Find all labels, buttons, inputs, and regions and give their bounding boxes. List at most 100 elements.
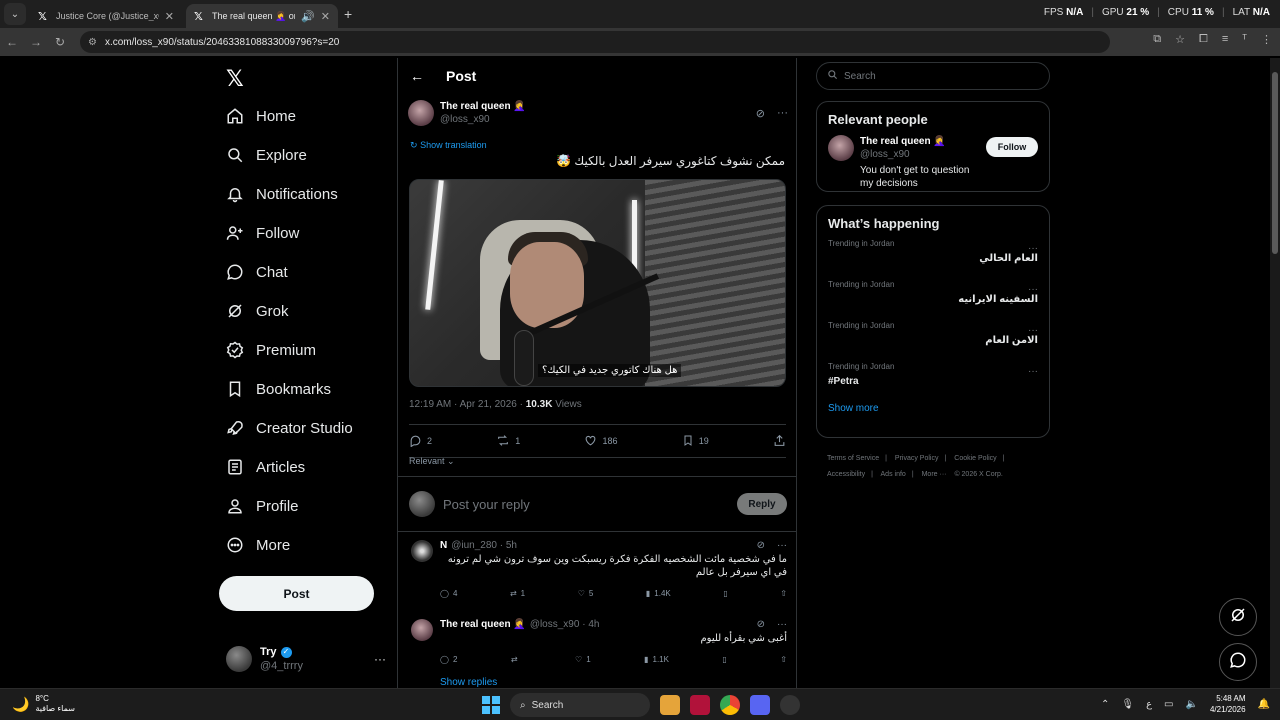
reading-list-icon[interactable]: ≡ xyxy=(1222,33,1228,46)
relevant-person[interactable]: The real queen 🤦‍♀️ @loss_x90 You don't … xyxy=(817,135,1049,190)
bookmark-star-icon[interactable]: ☆ xyxy=(1175,33,1185,46)
discord-icon[interactable] xyxy=(750,695,770,715)
back-icon[interactable]: ← xyxy=(0,35,24,49)
page-scrollbar[interactable] xyxy=(1270,58,1280,688)
reply-button[interactable]: Reply xyxy=(737,493,787,515)
follow-button[interactable]: Follow xyxy=(986,137,1038,157)
nav-grok[interactable]: Grok xyxy=(226,297,289,325)
grok-icon[interactable]: ⊘ xyxy=(756,107,765,120)
reply-author-name[interactable]: N xyxy=(440,540,447,551)
nav-more[interactable]: More xyxy=(226,531,290,559)
like-action[interactable]: ♡ 5 xyxy=(578,589,594,598)
like-action[interactable]: 186 xyxy=(584,434,618,449)
more-options-icon[interactable]: ··· xyxy=(777,540,787,551)
share-icon[interactable]: ⇧ xyxy=(780,655,787,664)
back-arrow-icon[interactable]: ← xyxy=(410,68,424,84)
extensions-icon[interactable]: ⧠ xyxy=(1199,33,1208,46)
share-icon[interactable]: ⇧ xyxy=(780,589,787,598)
install-app-icon[interactable]: ⧉ xyxy=(1153,33,1161,46)
microphone-icon[interactable]: 🎙 xyxy=(1121,699,1134,710)
trend-item[interactable]: Trending in Jordan السفينه الايرانيه ··· xyxy=(817,280,1049,321)
reply-author-handle[interactable]: @iun_280 · 5h xyxy=(451,540,517,551)
reply-item[interactable]: N @iun_280 · 5h ⊘ ··· ما في شخصية مائت ال… xyxy=(398,540,796,598)
speaker-icon[interactable]: 🔊 xyxy=(301,10,315,23)
more-options-icon[interactable]: ··· xyxy=(1028,366,1038,377)
footer-link[interactable]: Terms of Service xyxy=(827,455,879,462)
reply-sort-dropdown[interactable]: Relevant ⌄ xyxy=(409,456,455,467)
new-tab-button[interactable]: + xyxy=(344,6,352,22)
reply-action[interactable]: 2 xyxy=(409,434,432,449)
account-switcher[interactable]: Try ✓ @4_trrry ··· xyxy=(226,644,386,674)
show-more-link[interactable]: Show more xyxy=(817,403,1049,424)
reply-author-name[interactable]: The real queen 🤦‍♀️ xyxy=(440,619,526,630)
trend-item[interactable]: Trending in Jordan الامن العام ··· xyxy=(817,321,1049,362)
reply-action[interactable]: ◯ 2 xyxy=(440,655,457,664)
forward-icon[interactable]: → xyxy=(24,35,48,49)
avatar[interactable] xyxy=(411,540,433,562)
weather-widget[interactable]: 🌙 8°C سماء صافية xyxy=(12,694,75,714)
browser-tab-2[interactable]: 𝕏 The real queen 🤦‍♀️ on X: "مـ 🔊 ✕ xyxy=(186,4,338,28)
x-logo-icon[interactable]: 𝕏 xyxy=(226,66,244,92)
avatar[interactable] xyxy=(828,135,854,161)
footer-link[interactable]: More ··· xyxy=(922,471,947,478)
repost-action[interactable]: ⇄ 1 xyxy=(510,589,525,598)
reload-icon[interactable]: ↻ xyxy=(48,35,72,49)
nav-follow[interactable]: Follow xyxy=(226,219,299,247)
browser-tab-1[interactable]: 𝕏 Justice Core (@Justice_xCore) / ✕ xyxy=(30,4,182,28)
person-name[interactable]: The real queen 🤦‍♀️ xyxy=(860,135,980,148)
acrobat-icon[interactable] xyxy=(690,695,710,715)
windows-start-icon[interactable] xyxy=(482,696,500,714)
nav-premium[interactable]: Premium xyxy=(226,336,316,364)
clock[interactable]: 5:48 AM 4/21/2026 xyxy=(1210,693,1246,715)
grok-icon[interactable]: ⊘ xyxy=(757,619,765,630)
search-input[interactable]: Search xyxy=(816,62,1050,90)
avatar[interactable] xyxy=(408,100,434,126)
person-handle[interactable]: @loss_x90 xyxy=(860,148,980,161)
bookmark-icon[interactable]: ▯ xyxy=(722,655,726,664)
taskbar-search[interactable]: ⌕ Search xyxy=(510,693,650,717)
nav-creator-studio[interactable]: Creator Studio xyxy=(226,414,353,442)
post-time[interactable]: 12:19 AM · Apr 21, 2026 · xyxy=(409,399,526,410)
more-options-icon[interactable]: ··· xyxy=(1028,243,1038,254)
share-action[interactable] xyxy=(773,434,786,449)
bookmark-icon[interactable]: ▯ xyxy=(723,589,727,598)
chat-fab-button[interactable] xyxy=(1219,643,1257,681)
tab-menu-button[interactable]: ⌄ xyxy=(4,3,26,25)
chevron-up-icon[interactable]: ⌃ xyxy=(1101,699,1109,710)
repost-action[interactable]: ⇄ xyxy=(511,655,522,664)
footer-link[interactable]: Accessibility xyxy=(827,471,865,478)
volume-icon[interactable]: 🔈 xyxy=(1186,699,1198,710)
footer-link[interactable]: Privacy Policy xyxy=(895,455,939,462)
grok-icon[interactable]: ⊘ xyxy=(757,540,765,551)
app-icon[interactable] xyxy=(780,695,800,715)
url-bar[interactable]: ⚙ x.com/loss_x90/status/2046338108833009… xyxy=(80,31,1110,53)
more-options-icon[interactable]: ··· xyxy=(1028,284,1038,295)
nav-bookmarks[interactable]: Bookmarks xyxy=(226,375,331,403)
reply-input[interactable]: Post your reply xyxy=(443,497,729,512)
nav-chat[interactable]: Chat xyxy=(226,258,288,286)
notifications-icon[interactable]: 🔔 xyxy=(1258,699,1270,710)
show-replies-link[interactable]: Show replies xyxy=(440,677,497,688)
more-options-icon[interactable]: ··· xyxy=(777,619,787,630)
network-icon[interactable]: ▭ xyxy=(1164,699,1173,710)
nav-explore[interactable]: Explore xyxy=(226,141,307,169)
account-more-icon[interactable]: ··· xyxy=(374,652,386,666)
chrome-icon[interactable] xyxy=(720,695,740,715)
nav-home[interactable]: Home xyxy=(226,102,296,130)
trend-item[interactable]: Trending in Jordan العام الحالي ··· xyxy=(817,239,1049,280)
trend-item[interactable]: Trending in Jordan #Petra ··· xyxy=(817,362,1049,403)
site-info-icon[interactable]: ⚙ xyxy=(88,37,97,48)
like-action[interactable]: ♡ 1 xyxy=(575,655,591,664)
author-name[interactable]: The real queen 🤦‍♀️ xyxy=(440,100,526,113)
post-video[interactable]: هل هناك كاتوري جديد في الكيك؟ xyxy=(409,179,786,387)
footer-link[interactable]: Cookie Policy xyxy=(954,455,996,462)
bookmark-action[interactable]: 19 xyxy=(682,434,709,449)
post-button[interactable]: Post xyxy=(219,576,374,611)
author-handle[interactable]: @loss_x90 xyxy=(440,113,526,126)
avatar[interactable] xyxy=(411,619,433,641)
language-indicator[interactable]: ع xyxy=(1146,699,1152,710)
close-tab-icon[interactable]: ✕ xyxy=(321,10,330,23)
scrollbar-thumb[interactable] xyxy=(1272,72,1278,254)
views-action[interactable]: ▮ 1.4K xyxy=(646,589,671,598)
reply-item[interactable]: The real queen 🤦‍♀️ @loss_x90 · 4h ⊘ ··· … xyxy=(398,619,796,664)
